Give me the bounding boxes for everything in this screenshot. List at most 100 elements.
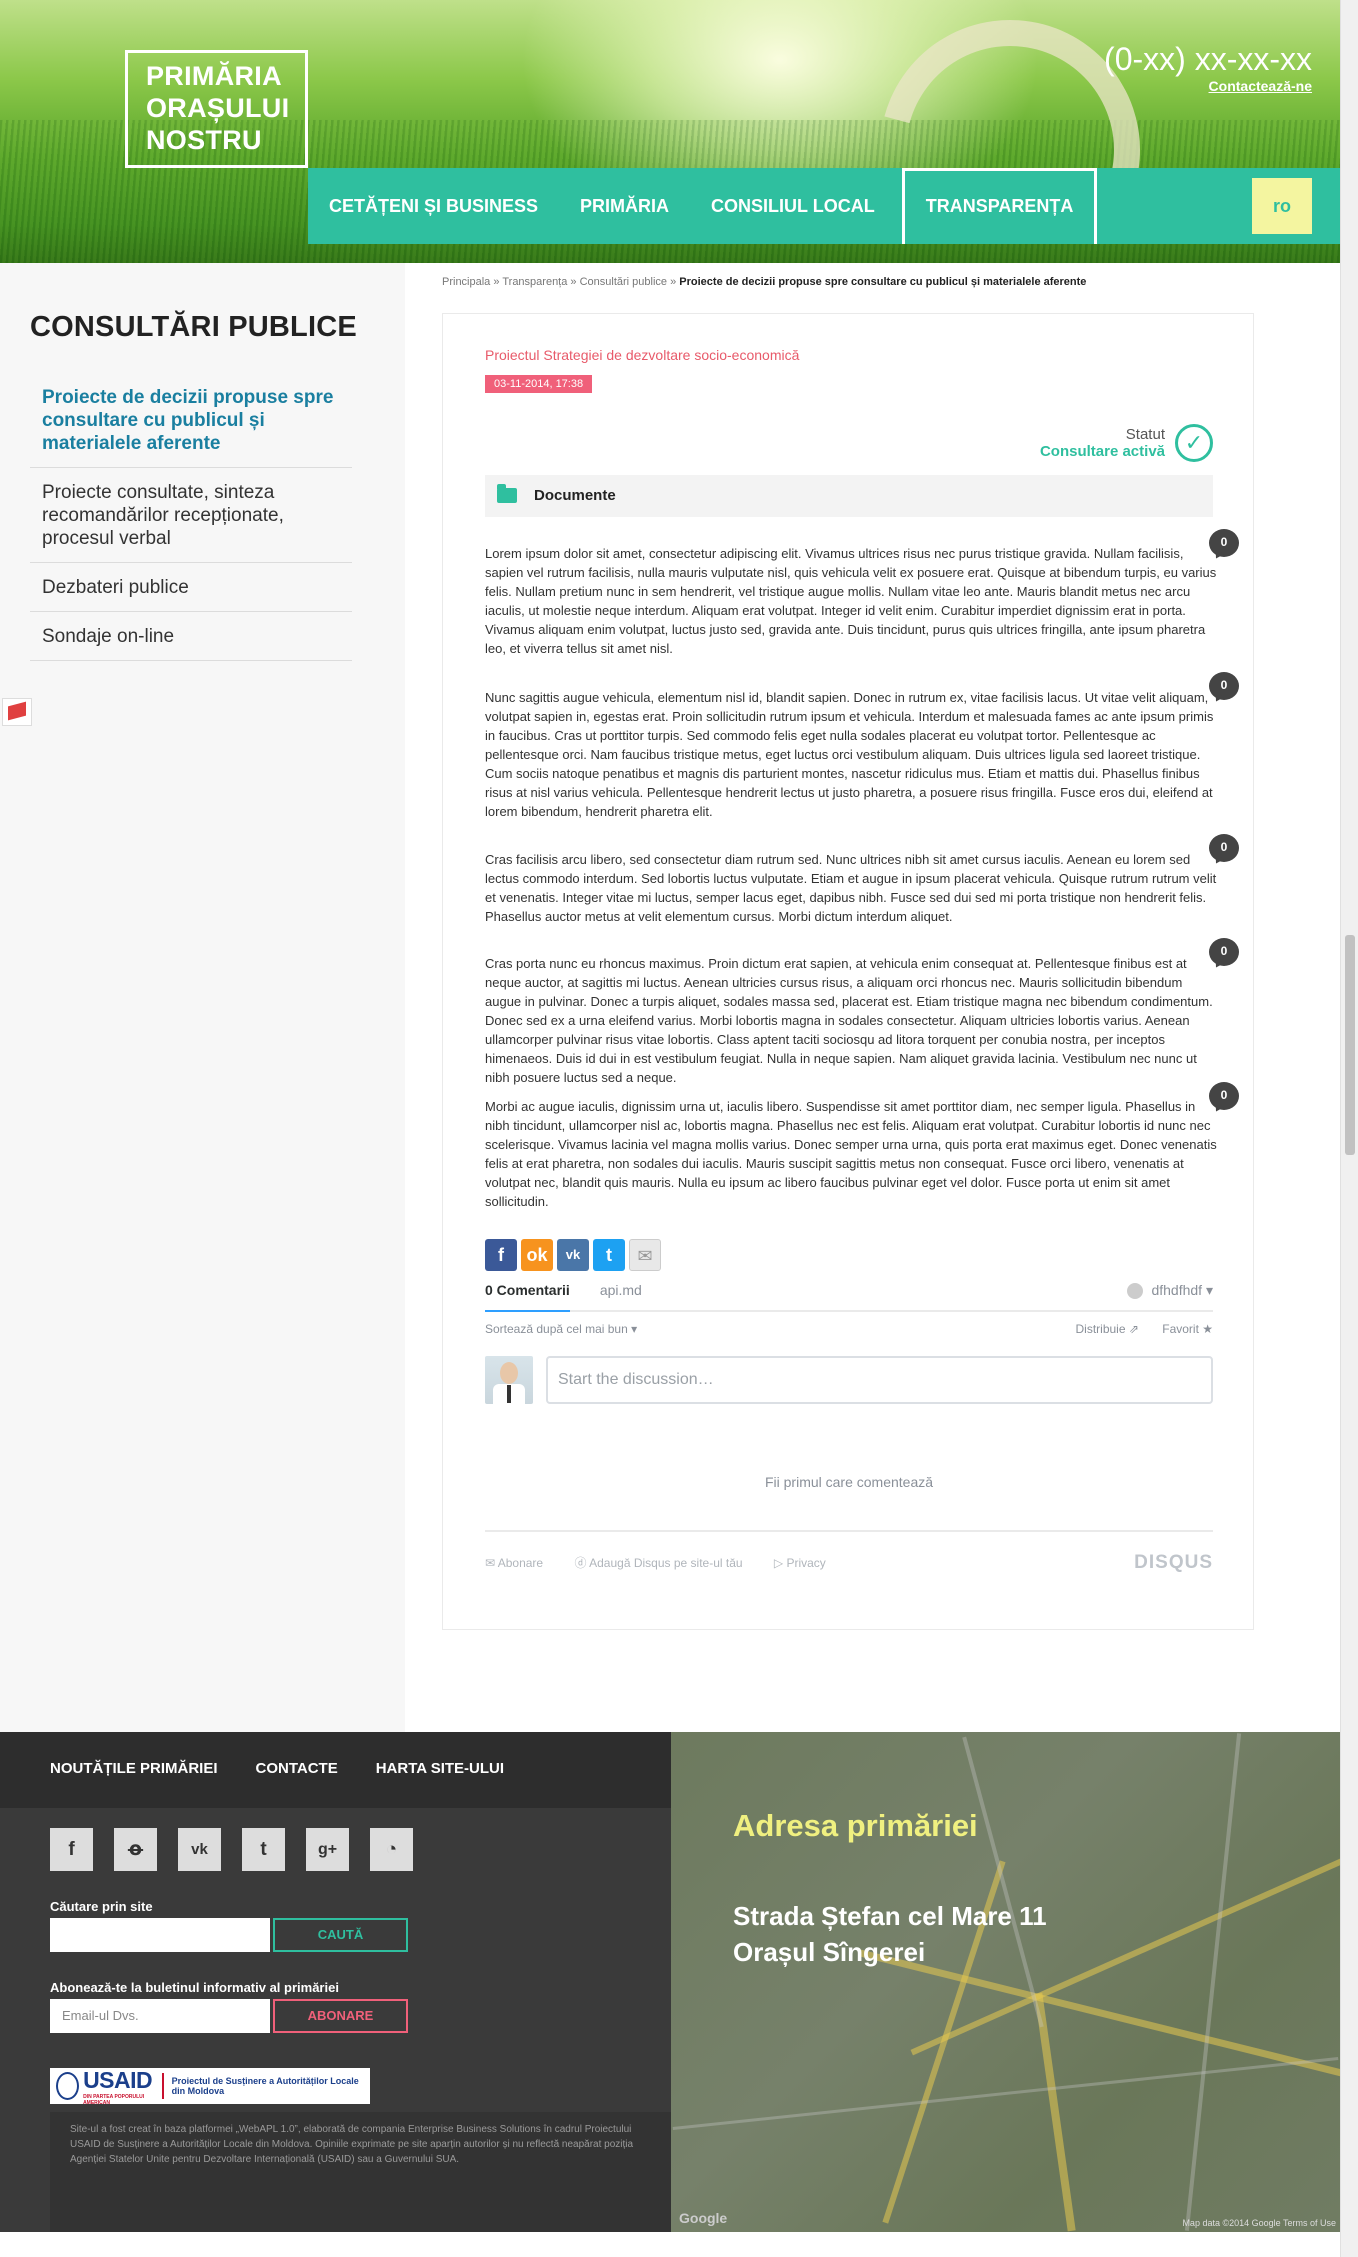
sidebar-menu: Proiecte de decizii propuse spre consult…	[30, 373, 352, 661]
usaid-project-name: Proiectul de Susținere a Autorităților L…	[171, 2076, 359, 2096]
privacy-link[interactable]: ▷ Privacy	[774, 1556, 826, 1570]
article-paragraph: Lorem ipsum dolor sit amet, consectetur …	[485, 546, 1217, 656]
subscribe-link[interactable]: ✉ Abonare	[485, 1556, 543, 1570]
address-text: Strada Ștefan cel Mare 11 Orașul Sîngere…	[733, 1898, 1047, 1970]
avatar	[485, 1356, 533, 1404]
breadcrumb-separator: »	[490, 276, 503, 288]
nav-item-citizens-business[interactable]: CETĂȚENI ȘI BUSINESS	[308, 168, 559, 244]
article-date-badge: 03-11-2014, 17:38	[485, 375, 593, 393]
reply-box: Start the discussion…	[485, 1356, 1213, 1404]
footer-nav-bar: NOUTĂȚILE PRIMĂRIEI CONTACTE HARTA SITE-…	[0, 1732, 671, 1808]
usaid-word: USAID	[83, 2066, 153, 2093]
footer-link-news[interactable]: NOUTĂȚILE PRIMĂRIEI	[50, 1760, 218, 1777]
logo-line: NOSTRU	[146, 125, 262, 155]
twitter-icon[interactable]: t	[242, 1828, 285, 1871]
breadcrumb-separator: »	[667, 276, 680, 288]
status-value: Consultare activă	[1039, 443, 1165, 460]
disqus-user-menu[interactable]: dfhdfhdf ▾	[1127, 1282, 1213, 1300]
sidebar-item-public-debates[interactable]: Dezbateri publice	[30, 563, 352, 612]
language-switch[interactable]: ro	[1252, 178, 1312, 234]
map-road	[1034, 1992, 1076, 2232]
breadcrumb-current: Proiecte de decizii propuse spre consult…	[679, 276, 1087, 288]
map-road	[1184, 1733, 1242, 2231]
usaid-logo[interactable]: USAID DIN PARTEA POPORULUI AMERICAN Proi…	[50, 2066, 370, 2106]
odnoklassniki-icon[interactable]: ꝋ	[114, 1828, 157, 1871]
vk-icon[interactable]: vk	[557, 1239, 589, 1271]
odnoklassniki-icon[interactable]: ok	[521, 1239, 553, 1271]
footer: NOUTĂȚILE PRIMĂRIEI CONTACTE HARTA SITE-…	[0, 1732, 671, 2232]
disqus-tabs: 0 Comentarii api.md dfhdfhdf ▾	[485, 1282, 1213, 1312]
search-button[interactable]: CAUTĂ	[273, 1918, 408, 1952]
share-thread-button[interactable]: Distribuie ⇗	[1075, 1322, 1138, 1336]
comment-count-bubble[interactable]: 0	[1209, 529, 1241, 561]
favorite-button[interactable]: Favorit ★	[1162, 1322, 1213, 1336]
comment-count-bubble[interactable]: 0	[1209, 672, 1241, 704]
newsletter-label: Abonează-te la buletinul informativ al p…	[50, 1980, 339, 1995]
nav-item-transparenta[interactable]: TRANSPARENȚA	[901, 168, 1098, 244]
feedback-widget-icon[interactable]	[2, 698, 32, 726]
newsletter-email-input[interactable]: Email-ul Dvs.	[50, 1999, 270, 2033]
tab-comments[interactable]: 0 Comentarii	[485, 1282, 570, 1312]
facebook-icon[interactable]: f	[50, 1828, 93, 1871]
nav-item-primaria[interactable]: PRIMĂRIA	[559, 168, 690, 244]
address-line: Orașul Sîngerei	[733, 1937, 926, 1967]
breadcrumb-link-consultari[interactable]: Consultări publice	[580, 276, 667, 288]
breadcrumb: Principala » Transparența » Consultări p…	[442, 276, 1086, 288]
map-title: Adresa primăriei	[733, 1808, 978, 1843]
page-scrollbar[interactable]	[1340, 0, 1358, 2257]
breadcrumb-link-transparenta[interactable]: Transparența	[502, 276, 567, 288]
footer-social-icons: f ꝋ vk t g+ ◔	[50, 1828, 413, 1871]
disqus-thread: 0 Comentarii api.md dfhdfhdf ▾ Sortează …	[485, 1282, 1213, 1580]
status-block: Statut Consultare activă ✓	[1040, 424, 1213, 462]
footer-disclaimer: Site-ul a fost creat în baza platformei …	[50, 2112, 671, 2232]
comment-count-bubble[interactable]: 0	[1209, 938, 1241, 970]
facebook-icon[interactable]: f	[485, 1239, 517, 1271]
page-bottom	[0, 2232, 1340, 2257]
map-attribution[interactable]: Map data ©2014 Google Terms of Use	[1182, 2218, 1336, 2228]
sidebar: CONSULTĂRI PUBLICE Proiecte de decizii p…	[0, 263, 405, 1732]
address-map[interactable]: Adresa primăriei Strada Ștefan cel Mare …	[671, 1732, 1340, 2232]
disqus-toolbar: Sortează după cel mai bun ▾ Distribuie ⇗…	[485, 1322, 1213, 1344]
documents-toggle[interactable]: Documente	[485, 475, 1213, 517]
nav-item-consiliul-local[interactable]: CONSILIUL LOCAL	[690, 168, 896, 244]
scrollbar-thumb[interactable]	[1345, 935, 1355, 1155]
rss-icon[interactable]: ◔	[370, 1828, 413, 1871]
usaid-sub: DIN PARTEA POPORULUI AMERICAN	[83, 2093, 145, 2106]
site-logo[interactable]: PRIMĂRIA ORAȘULUI NOSTRU	[125, 50, 308, 168]
map-road	[672, 2057, 1339, 2130]
google-plus-icon[interactable]: g+	[306, 1828, 349, 1871]
sidebar-item-online-polls[interactable]: Sondaje on-line	[30, 612, 352, 661]
article-paragraph: Nunc sagittis augue vehicula, elementum …	[485, 690, 1214, 819]
article-card: Proiectul Strategiei de dezvoltare socio…	[442, 313, 1254, 1630]
footer-link-contacts[interactable]: CONTACTE	[256, 1760, 338, 1777]
article-paragraph: Cras facilisis arcu libero, sed consecte…	[485, 852, 1217, 924]
status-label: Statut	[1125, 426, 1165, 443]
twitter-icon[interactable]: t	[593, 1239, 625, 1271]
contact-link[interactable]: Contactează-ne	[1104, 78, 1312, 94]
sidebar-item-consulted-projects[interactable]: Proiecte consultate, sinteza recomandări…	[30, 468, 352, 563]
header: PRIMĂRIA ORAȘULUI NOSTRU (0-xx) xx-xx-xx…	[0, 0, 1340, 263]
disqus-logo[interactable]: DISQUS	[1134, 1552, 1213, 1574]
article-title[interactable]: Proiectul Strategiei de dezvoltare socio…	[485, 347, 799, 363]
footer-nav: NOUTĂȚILE PRIMĂRIEI CONTACTE HARTA SITE-…	[50, 1760, 504, 1777]
main-nav: CETĂȚENI ȘI BUSINESS PRIMĂRIA CONSILIUL …	[308, 168, 1340, 244]
sidebar-item-proposed-decisions[interactable]: Proiecte de decizii propuse spre consult…	[30, 373, 352, 468]
empty-thread-message: Fii primul care comentează	[764, 1474, 934, 1490]
breadcrumb-link-home[interactable]: Principala	[442, 276, 490, 288]
comment-count-bubble[interactable]: 0	[1209, 834, 1241, 866]
add-disqus-link[interactable]: ⓓ Adaugă Disqus pe site-ul tău	[574, 1556, 742, 1570]
google-logo: Google	[679, 2210, 728, 2226]
phone-number: (0-xx) xx-xx-xx	[1104, 41, 1312, 77]
email-icon[interactable]: ✉	[629, 1239, 661, 1271]
footer-search-input[interactable]	[50, 1918, 270, 1952]
tab-site[interactable]: api.md	[600, 1282, 642, 1310]
sort-dropdown[interactable]: Sortează după cel mai bun ▾	[485, 1322, 637, 1336]
footer-link-sitemap[interactable]: HARTA SITE-ULUI	[376, 1760, 504, 1777]
subscribe-button[interactable]: ABONARE	[273, 1999, 408, 2033]
article-paragraph: Morbi ac augue iaculis, dignissim urna u…	[485, 1099, 1217, 1209]
vk-icon[interactable]: vk	[178, 1828, 221, 1871]
user-avatar-icon	[1127, 1283, 1144, 1300]
logo-line: ORAȘULUI	[146, 93, 290, 123]
comment-input[interactable]: Start the discussion…	[546, 1356, 1213, 1404]
comment-count-bubble[interactable]: 0	[1209, 1082, 1241, 1114]
